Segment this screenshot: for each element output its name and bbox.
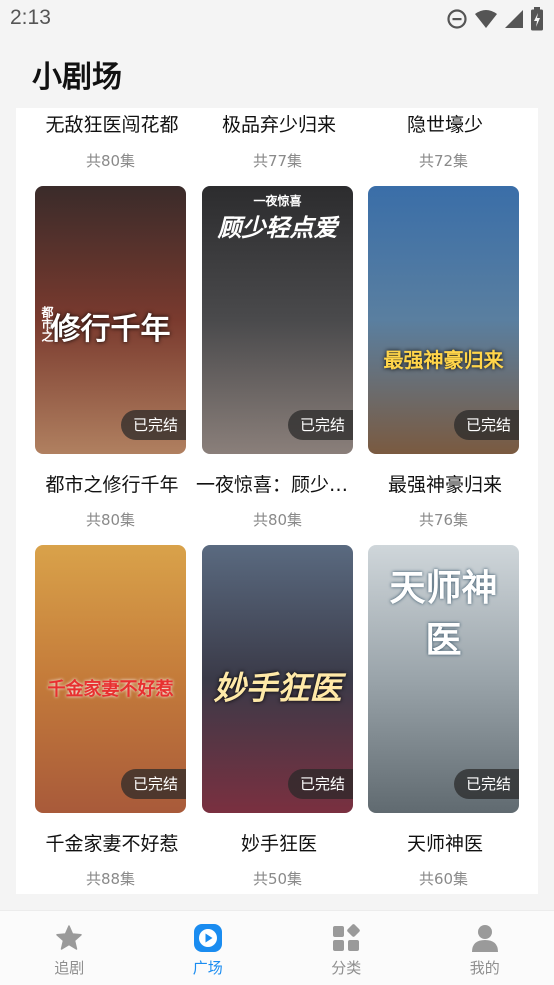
episode-count: 共88集 — [85, 870, 136, 888]
battery-icon — [531, 7, 543, 31]
poster-art-title: 天师神医 — [389, 567, 498, 661]
status-bar: 2:13 — [0, 0, 554, 38]
episode-count: 共60集 — [418, 870, 469, 888]
drama-title: 最强神豪归来 — [387, 474, 502, 496]
nav-label: 广场 — [192, 959, 223, 977]
drama-title: 隐世壕少 — [406, 114, 483, 136]
nav-item-following[interactable]: 追剧 — [0, 911, 139, 985]
completed-badge: 已完结 — [287, 410, 353, 440]
status-icons — [446, 7, 544, 31]
drama-title: 妙手狂医 — [240, 833, 317, 855]
drama-poster[interactable]: 妙手狂医 已完结 — [202, 545, 353, 813]
category-icon — [333, 924, 360, 951]
nav-label: 我的 — [469, 959, 500, 977]
completed-badge: 已完结 — [453, 769, 519, 799]
poster-art-subtitle: 一夜惊喜 — [253, 194, 302, 208]
poster-art-title: 千金家妻不好惹 — [47, 679, 174, 700]
poster-art-title: 修行千年 — [50, 312, 171, 347]
star-icon — [56, 925, 82, 950]
episode-count: 共72集 — [418, 152, 469, 170]
episode-count: 共80集 — [252, 511, 303, 529]
drama-title: 极品弃少归来 — [221, 114, 336, 136]
nav-item-profile[interactable]: 我的 — [416, 911, 554, 985]
drama-title: 千金家妻不好惹 — [45, 833, 179, 855]
nav-label: 追剧 — [54, 959, 85, 977]
drama-poster[interactable]: 最强神豪归来 已完结 — [368, 186, 519, 454]
bottom-nav: 追剧 广场 分类 我的 — [0, 910, 554, 985]
drama-poster[interactable]: 都市之 修行千年 已完结 — [35, 186, 186, 454]
play-icon — [193, 924, 222, 952]
completed-badge: 已完结 — [287, 769, 353, 799]
completed-badge: 已完结 — [120, 410, 186, 440]
episode-count: 共77集 — [252, 152, 303, 170]
drama-title: 一夜惊喜：顾少轻点爱 — [196, 474, 362, 496]
drama-poster[interactable]: 千金家妻不好惹 已完结 — [35, 545, 186, 813]
completed-badge: 已完结 — [120, 769, 186, 799]
nav-item-square[interactable]: 广场 — [139, 911, 278, 985]
drama-poster[interactable]: 天师神医 已完结 — [368, 545, 519, 813]
nav-label: 分类 — [331, 959, 362, 977]
poster-art-title: 妙手狂医 — [213, 669, 342, 707]
status-time: 2:13 — [10, 6, 51, 29]
do-not-disturb-icon — [447, 9, 467, 29]
drama-poster[interactable]: 一夜惊喜 顾少轻点爱 已完结 — [202, 186, 353, 454]
nav-item-category[interactable]: 分类 — [277, 911, 416, 985]
completed-badge: 已完结 — [453, 410, 519, 440]
user-icon — [471, 925, 498, 952]
episode-count: 共80集 — [85, 152, 136, 170]
drama-title: 天师神医 — [406, 833, 483, 855]
signal-icon — [505, 10, 523, 28]
wifi-icon — [475, 10, 497, 28]
episode-count: 共50集 — [252, 870, 303, 888]
poster-art-title: 顾少轻点爱 — [217, 213, 338, 242]
episode-count: 共76集 — [418, 511, 469, 529]
page-title: 小剧场 — [32, 60, 122, 95]
episode-count: 共80集 — [85, 511, 136, 529]
drama-title: 都市之修行千年 — [45, 474, 179, 496]
drama-grid-panel[interactable]: 无敌狂医闯花都 共80集 极品弃少归来 共77集 隐世壕少 共72集 都市之 修… — [16, 108, 538, 894]
drama-title: 无敌狂医闯花都 — [45, 114, 179, 136]
poster-art-title: 最强神豪归来 — [383, 348, 504, 372]
